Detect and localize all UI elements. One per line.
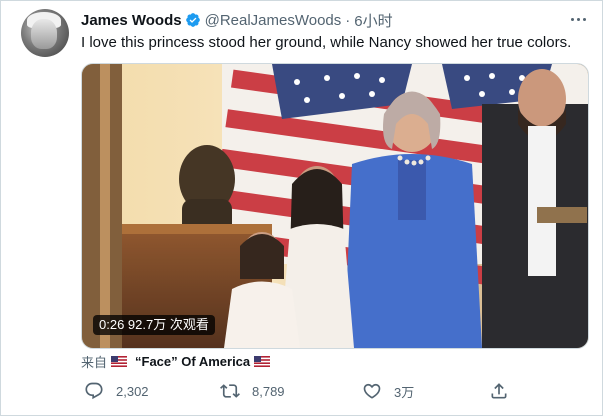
retweet-button[interactable]: 8,789 [220,381,285,401]
us-flag-icon [111,356,128,367]
reply-count: 2,302 [116,383,149,399]
source-name[interactable]: “Face” Of America [135,354,250,369]
verified-badge-icon [185,13,200,27]
reply-icon [85,382,103,400]
tweet-time[interactable]: 6小时 [354,10,392,31]
reply-button[interactable]: 2,302 [84,381,149,401]
more-options-icon[interactable] [568,10,588,28]
author-handle[interactable]: @RealJamesWoods [205,12,342,29]
retweet-count: 8,789 [252,383,285,399]
like-count: 3万 [394,384,415,400]
tweet-actions: 2,302 8,789 3万 [81,379,587,403]
retweet-icon [220,384,240,398]
video-frame-image [82,64,588,348]
tweet-header: James Woods @RealJamesWoods · 6小时 [81,10,393,30]
author-avatar[interactable] [21,9,69,57]
share-icon [491,383,507,399]
author-name[interactable]: James Woods [81,12,182,29]
separator-dot: · [345,11,351,29]
like-button[interactable]: 3万 [362,381,414,401]
us-flag-icon [254,356,271,367]
video-duration-views: 0:26 92.7万 次观看 [93,315,215,335]
tweet-text: I love this princess stood her ground, w… [81,34,572,51]
heart-icon [363,383,381,399]
video-player[interactable] [81,63,589,349]
source-prefix: 来自 [81,355,108,370]
share-button[interactable] [489,381,509,401]
tweet-card[interactable]: James Woods @RealJamesWoods · 6小时 I love… [0,0,603,416]
tweet-source: 来自 “Face” Of America [81,352,274,371]
avatar-face [31,19,57,49]
